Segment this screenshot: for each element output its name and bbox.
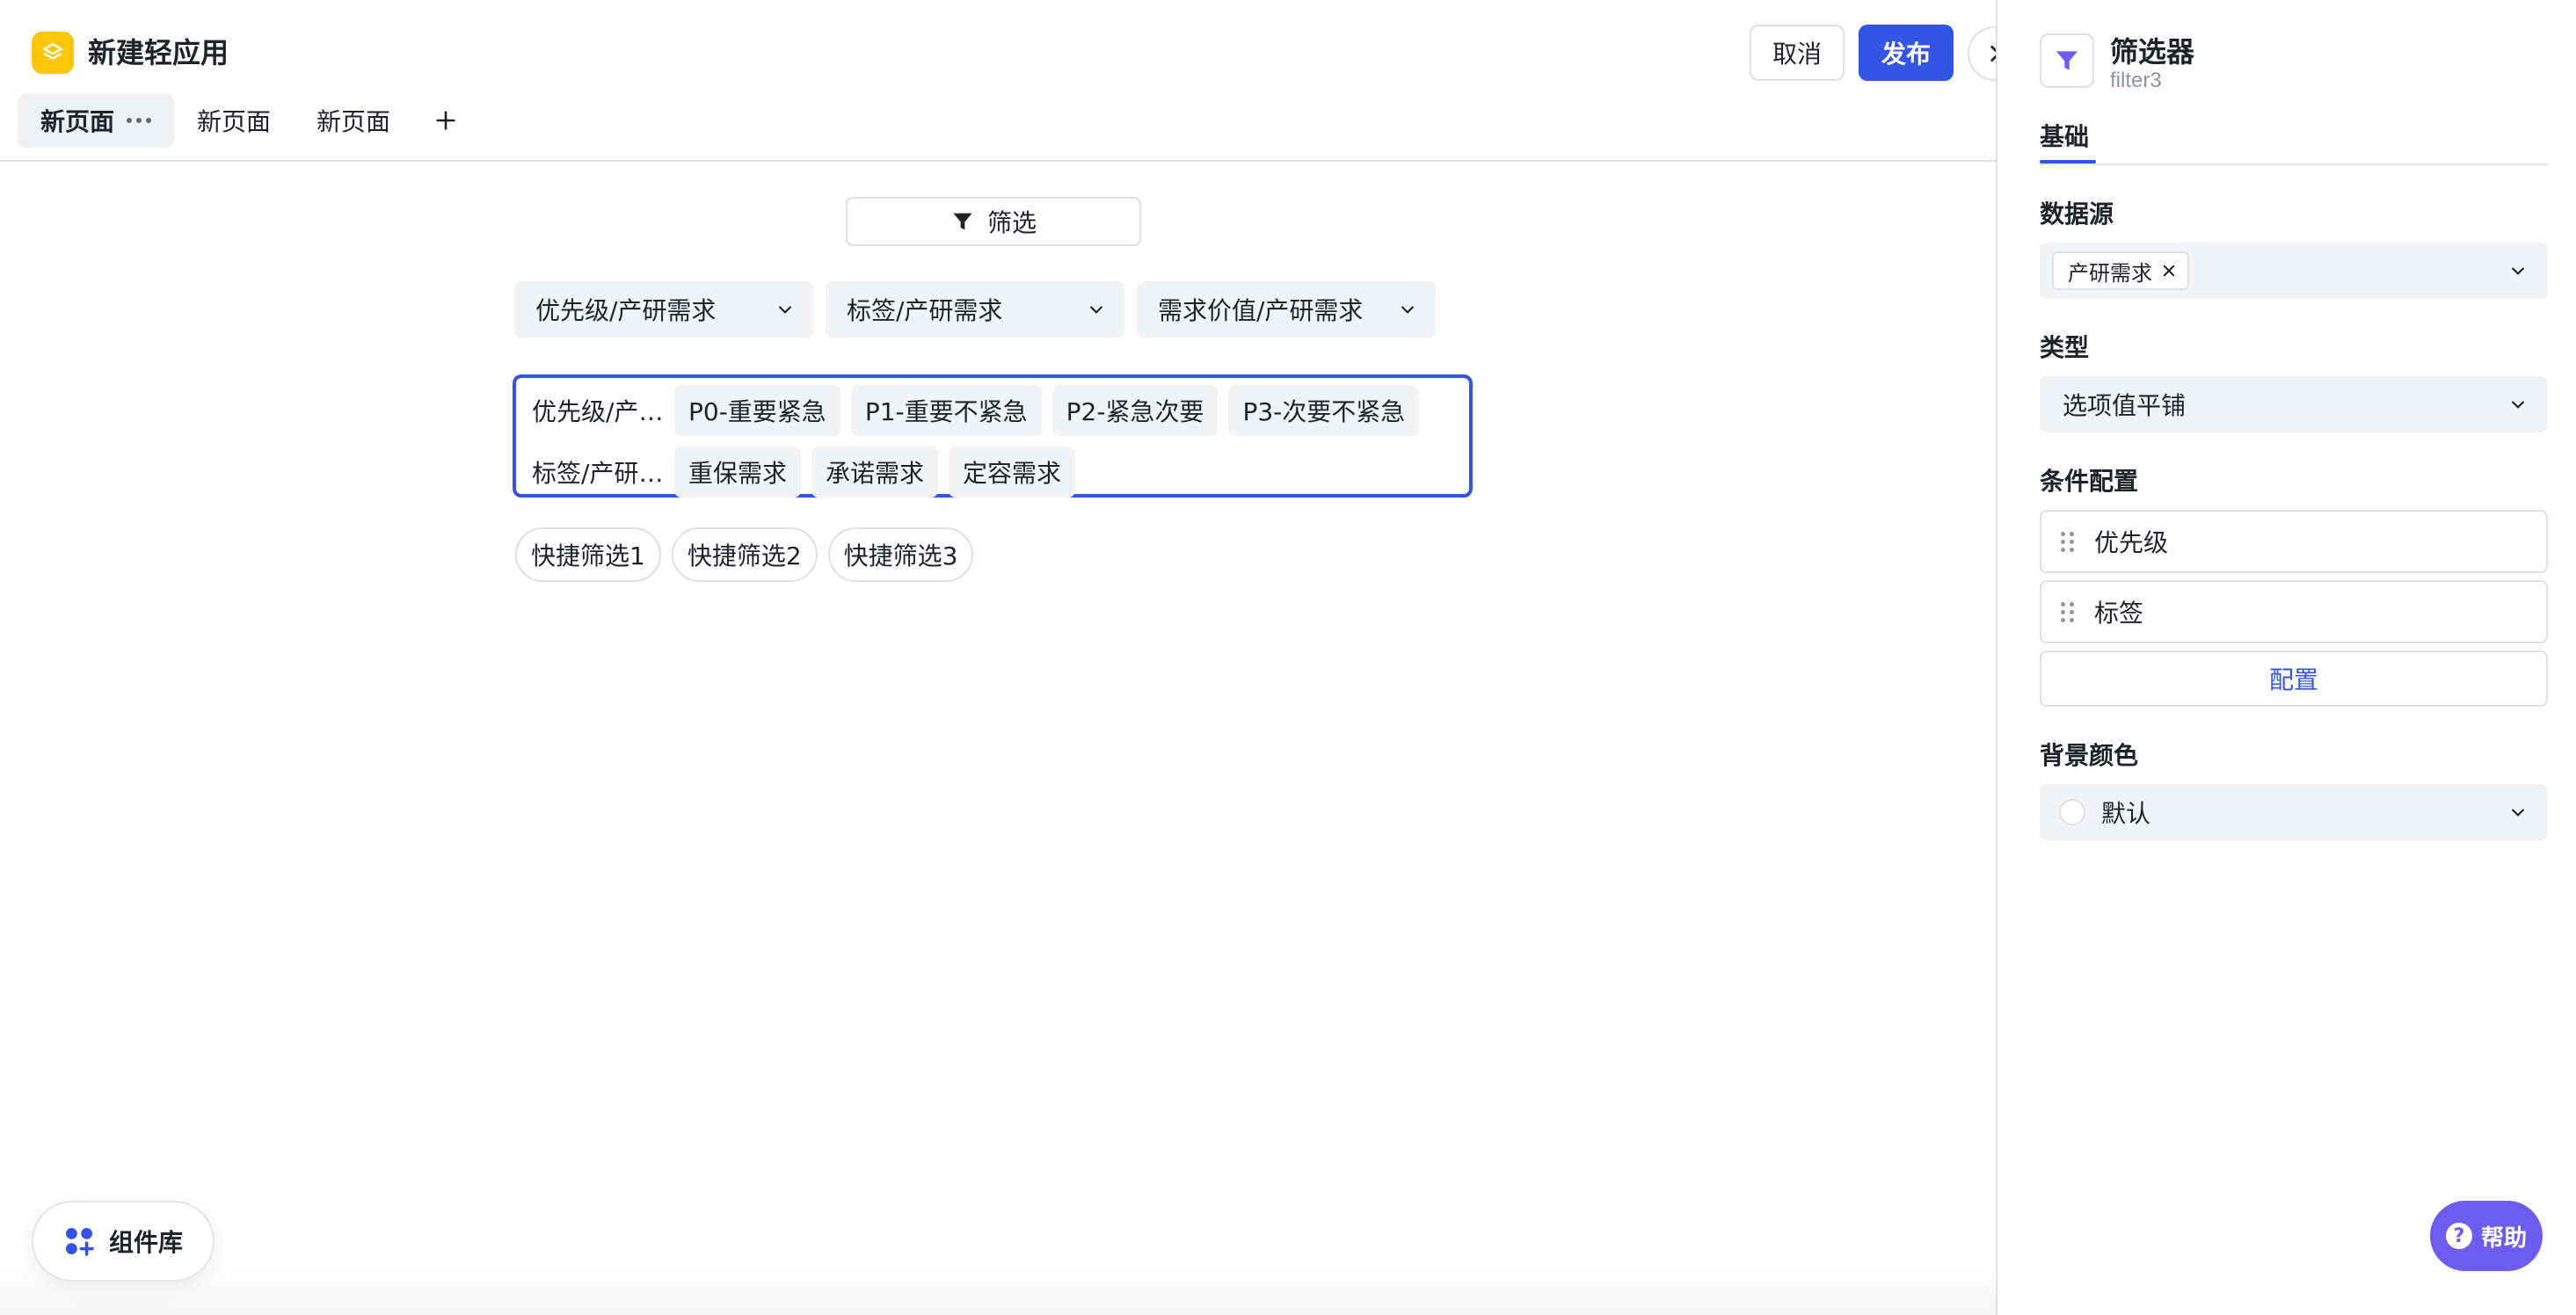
properties-panel: 筛选器 filter3 基础 数据源 产研需求 类型 选项值平铺 条件配置 优先… — [1996, 0, 2576, 1315]
condition-item-priority[interactable]: 优先级 — [2040, 510, 2548, 573]
help-icon: ? — [2445, 1223, 2472, 1249]
panel-divider — [2040, 163, 2548, 165]
components-icon — [66, 1228, 94, 1256]
tab-page-3[interactable]: 新页面 — [294, 93, 413, 148]
quick-filter-chip[interactable]: 快捷筛选1 — [515, 527, 661, 582]
chevron-down-icon — [2512, 267, 2524, 275]
more-icon[interactable] — [127, 118, 152, 123]
option-chip[interactable]: 重保需求 — [674, 447, 802, 498]
help-label: 帮助 — [2480, 1224, 2527, 1252]
tab-label: 新页面 — [40, 107, 115, 136]
dropdown-label: 标签/产研需求 — [847, 296, 1003, 325]
component-library-label: 组件库 — [109, 1228, 184, 1257]
tab-page-2[interactable]: 新页面 — [174, 93, 294, 148]
drag-handle-icon[interactable] — [2061, 601, 2075, 622]
dropdown-label: 优先级/产研需求 — [535, 296, 717, 325]
config-button[interactable]: 配置 — [2040, 650, 2548, 707]
quick-filter-chip[interactable]: 快捷筛选3 — [827, 527, 974, 582]
dropdown-value[interactable]: 需求价值/产研需求 — [1137, 281, 1436, 338]
filter-row-label: 优先级/产研需求 — [532, 397, 664, 426]
conditions-label: 条件配置 — [2040, 467, 2139, 496]
canvas-bottom-fade — [0, 1266, 1996, 1315]
filter-icon — [2040, 33, 2094, 88]
option-chip[interactable]: P0-重要紧急 — [674, 385, 840, 436]
condition-item-tags[interactable]: 标签 — [2040, 580, 2548, 643]
background-color-value: 默认 — [2101, 799, 2151, 828]
datasource-tag-label: 产研需求 — [2068, 260, 2152, 286]
filter-row-tags: 标签/产研需求 重保需求 承诺需求 定容需求 — [532, 447, 1086, 498]
page-tabs: 新页面 新页面 新页面 — [18, 93, 473, 148]
filter-icon — [953, 213, 972, 230]
quick-filter-chip[interactable]: 快捷筛选2 — [671, 527, 818, 582]
filter-button[interactable]: 筛选 — [846, 197, 1141, 246]
add-page-button[interactable] — [418, 93, 473, 148]
app-header: 新建轻应用 取消 发布 新页面 新页面 新页面 — [0, 0, 2022, 162]
component-library-button[interactable]: 组件库 — [32, 1201, 215, 1282]
option-chip[interactable]: P2-紧急次要 — [1052, 385, 1219, 436]
type-value: 选项值平铺 — [2063, 391, 2187, 420]
tab-basic[interactable]: 基础 — [2040, 118, 2089, 153]
option-chip[interactable]: 承诺需求 — [811, 447, 939, 498]
background-color-select[interactable]: 默认 — [2040, 784, 2548, 840]
filter-row-label: 标签/产研需求 — [532, 459, 664, 488]
app-title: 新建轻应用 — [88, 36, 229, 69]
option-chip[interactable]: P1-重要不紧急 — [850, 385, 1042, 436]
condition-label: 优先级 — [2094, 528, 2169, 557]
datasource-select[interactable]: 产研需求 — [2040, 243, 2548, 299]
selected-filter-component[interactable]: 优先级/产研需求 P0-重要紧急 P1-重要不紧急 P2-紧急次要 P3-次要不… — [513, 374, 1473, 498]
help-button[interactable]: ? 帮助 — [2430, 1201, 2543, 1271]
chevron-down-icon — [779, 306, 791, 314]
dropdown-priority[interactable]: 优先级/产研需求 — [514, 281, 813, 338]
color-swatch — [2059, 799, 2085, 825]
condition-label: 标签 — [2094, 599, 2144, 628]
chevron-down-icon — [2512, 809, 2524, 817]
datasource-label: 数据源 — [2040, 200, 2114, 229]
tab-label: 新页面 — [197, 107, 272, 136]
filter-button-label: 筛选 — [986, 208, 1037, 237]
type-label: 类型 — [2040, 333, 2090, 362]
header-divider — [0, 160, 1996, 162]
datasource-tag: 产研需求 — [2052, 251, 2189, 290]
tab-label: 新页面 — [317, 107, 391, 136]
option-chip[interactable]: P3-次要不紧急 — [1228, 385, 1420, 436]
plus-icon — [436, 111, 455, 130]
filter-row-priority: 优先级/产研需求 P0-重要紧急 P1-重要不紧急 P2-紧急次要 P3-次要不… — [532, 385, 1430, 436]
drag-handle-icon[interactable] — [2061, 531, 2075, 552]
chevron-down-icon — [1401, 306, 1414, 314]
chevron-down-icon — [1090, 306, 1102, 314]
close-icon[interactable] — [2161, 263, 2177, 279]
chevron-down-icon — [2512, 401, 2524, 409]
option-chip[interactable]: 定容需求 — [949, 447, 1076, 498]
panel-title: 筛选器 — [2110, 35, 2195, 69]
quick-filters: 快捷筛选1 快捷筛选2 快捷筛选3 — [515, 527, 974, 582]
background-color-label: 背景颜色 — [2040, 741, 2139, 770]
panel-subtitle: filter3 — [2110, 69, 2162, 92]
dropdown-label: 需求价值/产研需求 — [1158, 296, 1364, 325]
layers-icon — [32, 32, 74, 74]
dropdown-tags[interactable]: 标签/产研需求 — [826, 281, 1124, 338]
type-select[interactable]: 选项值平铺 — [2040, 376, 2548, 432]
cancel-button[interactable]: 取消 — [1750, 25, 1845, 81]
publish-button[interactable]: 发布 — [1859, 25, 1954, 81]
tab-page-1[interactable]: 新页面 — [18, 93, 175, 148]
